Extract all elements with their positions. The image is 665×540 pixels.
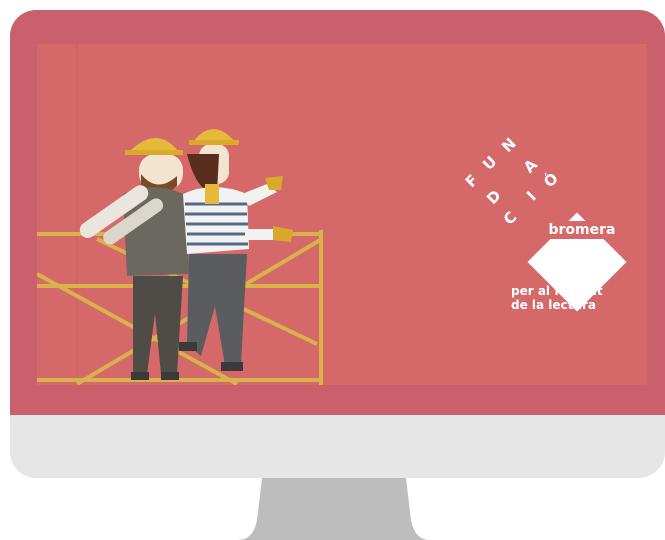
logo-tagline: per al foment de la lectura bbox=[511, 284, 603, 312]
tagline-line-1: per al foment bbox=[511, 284, 603, 298]
monitor-chin bbox=[10, 415, 665, 478]
screen-image: F U N D A C I Ó bromera per al foment de… bbox=[37, 44, 647, 385]
hero-illustration bbox=[37, 44, 647, 385]
tagline-line-2: de la lectura bbox=[511, 298, 596, 312]
logo-brand-name: bromera bbox=[527, 221, 637, 239]
